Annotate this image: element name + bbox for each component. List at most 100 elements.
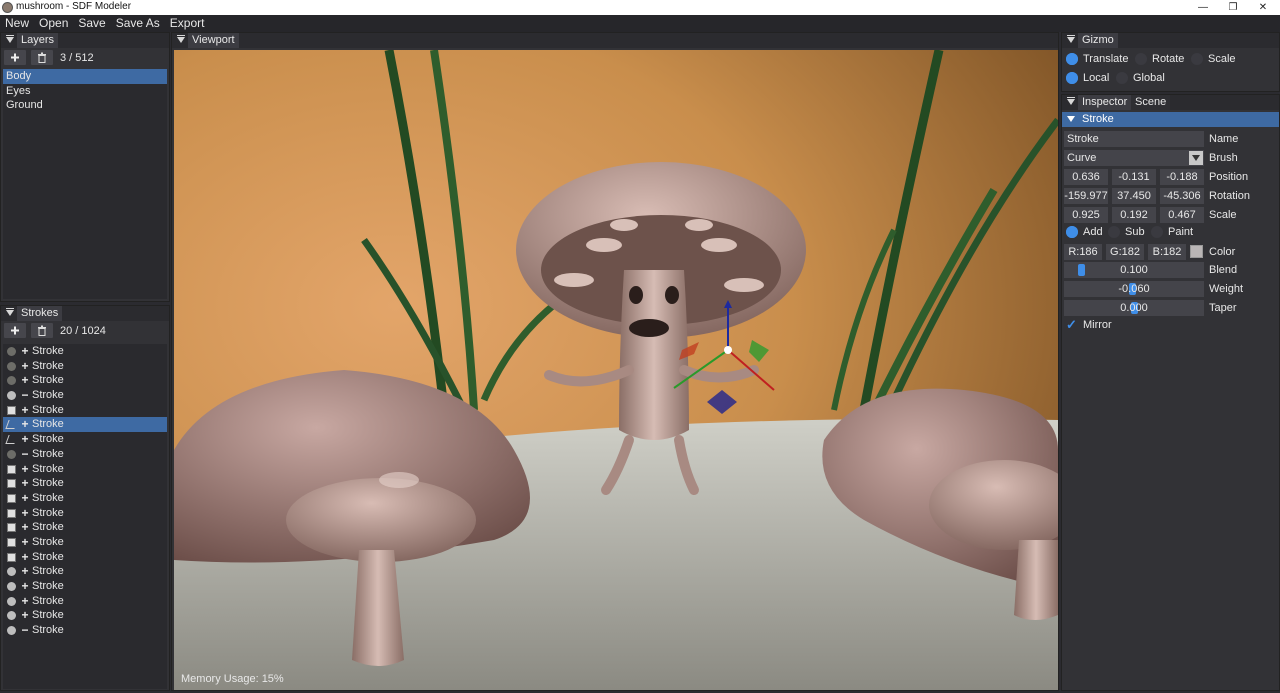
cube-icon [7,464,16,474]
stroke-item[interactable]: − Stroke [3,447,167,462]
blend-slider-handle[interactable] [1078,264,1085,276]
blend-label: Blend [1209,264,1238,276]
layer-item-eyes[interactable]: Eyes [3,84,167,99]
paint-radio[interactable] [1151,226,1163,238]
stroke-item[interactable]: − Stroke [3,388,167,403]
viewport-canvas[interactable]: Memory Usage: 15% [174,50,1058,690]
layer-item-ground[interactable]: Ground [3,98,167,113]
scale-z-input[interactable]: 0.467 [1160,207,1204,223]
plus-icon [11,53,19,62]
color-g-input[interactable]: G:182 [1106,244,1144,260]
curve-icon [5,420,18,430]
scale-x-input[interactable]: 0.925 [1064,207,1108,223]
delete-layer-button[interactable] [31,50,53,65]
color-b-input[interactable]: B:182 [1148,244,1186,260]
menu-export[interactable]: Export [165,15,210,32]
blend-slider[interactable]: 0.100 [1064,262,1204,278]
rotation-y-input[interactable]: 37.450 [1112,188,1156,204]
menu-save[interactable]: Save [73,15,110,32]
weight-slider[interactable]: -0.060 [1064,281,1204,297]
mirror-label: Mirror [1083,319,1112,331]
stroke-item[interactable]: + Stroke [3,564,167,579]
scale-radio[interactable] [1191,53,1203,65]
stroke-item[interactable]: + Stroke [3,432,167,447]
translate-radio[interactable] [1066,53,1078,65]
stroke-section-header[interactable]: Stroke [1062,112,1279,127]
stroke-item[interactable]: + Stroke [3,373,167,388]
sphere-icon [7,376,16,386]
weight-value: -0.060 [1118,283,1150,295]
stroke-item[interactable]: + Stroke [3,520,167,535]
collapse-icon[interactable] [6,308,14,316]
delete-stroke-button[interactable] [31,323,53,338]
layer-item-body[interactable]: Body [3,69,167,84]
add-op-icon: + [21,608,29,623]
minimize-button[interactable]: — [1188,0,1218,15]
menu-open[interactable]: Open [34,15,73,32]
taper-slider[interactable]: 0.000 [1064,300,1204,316]
taper-value: 0.000 [1120,302,1148,314]
add-stroke-button[interactable] [4,323,26,338]
name-input[interactable]: Stroke [1064,131,1204,147]
add-op-icon: + [21,476,29,491]
add-op-icon: + [21,432,29,447]
stroke-item[interactable]: + Stroke [3,579,167,594]
stroke-item[interactable]: − Stroke [3,623,167,638]
tab-scene[interactable]: Scene [1131,95,1171,110]
sphere-icon [7,596,16,606]
stroke-item[interactable]: + Stroke [3,550,167,565]
stroke-item[interactable]: + Stroke [3,403,167,418]
color-r-input[interactable]: R:186 [1064,244,1102,260]
rotate-radio[interactable] [1135,53,1147,65]
stroke-section-label: Stroke [1082,113,1114,125]
tab-inspector[interactable]: Inspector [1078,95,1132,110]
stroke-item[interactable]: + Stroke [3,476,167,491]
stroke-item[interactable]: + Stroke [3,462,167,477]
collapse-icon[interactable] [6,35,14,43]
position-z-input[interactable]: -0.188 [1160,169,1204,185]
add-radio[interactable] [1066,226,1078,238]
tab-viewport[interactable]: Viewport [188,33,239,48]
stroke-item[interactable]: + Stroke [3,608,167,623]
sphere-icon [7,582,16,591]
position-x-input[interactable]: 0.636 [1064,169,1108,185]
cube-icon [7,508,16,518]
rotation-x-input[interactable]: -159.977 [1064,188,1108,204]
menu-save-as[interactable]: Save As [111,15,165,32]
tab-layers[interactable]: Layers [17,33,59,48]
stroke-item[interactable]: + Stroke [3,417,167,433]
color-swatch[interactable] [1190,245,1203,258]
collapse-icon[interactable] [1067,97,1075,105]
stroke-item[interactable]: + Stroke [3,594,167,609]
curve-icon [5,435,18,445]
mirror-checkbox[interactable]: ✓ [1066,317,1077,333]
add-op-icon: + [21,417,29,432]
trash-icon [38,52,46,63]
add-op-icon: + [21,373,29,388]
restore-button[interactable]: ❐ [1218,0,1248,15]
close-button[interactable]: ✕ [1248,0,1278,15]
position-y-input[interactable]: -0.131 [1112,169,1156,185]
menu-new[interactable]: New [0,15,34,32]
scale-y-input[interactable]: 0.192 [1112,207,1156,223]
stroke-item[interactable]: + Stroke [3,359,167,374]
stroke-item[interactable]: + Stroke [3,491,167,506]
local-radio[interactable] [1066,72,1078,84]
inspector-panel: Inspector Scene Stroke Stroke Name Curve… [1061,94,1280,691]
dropdown-icon[interactable] [1189,151,1203,165]
paint-label: Paint [1168,226,1194,238]
rotation-z-input[interactable]: -45.306 [1160,188,1204,204]
stroke-item[interactable]: + Stroke [3,506,167,521]
tab-strokes[interactable]: Strokes [17,306,63,321]
sub-radio[interactable] [1108,226,1120,238]
global-radio[interactable] [1116,72,1128,84]
stroke-item-label: Stroke [32,550,64,563]
add-layer-button[interactable] [4,50,26,65]
cube-icon [7,493,16,503]
stroke-item[interactable]: + Stroke [3,535,167,550]
brush-select[interactable]: Curve [1064,150,1204,166]
tab-gizmo[interactable]: Gizmo [1078,33,1118,48]
collapse-icon[interactable] [1067,35,1075,43]
collapse-icon[interactable] [177,35,185,43]
stroke-item[interactable]: + Stroke [3,344,167,359]
